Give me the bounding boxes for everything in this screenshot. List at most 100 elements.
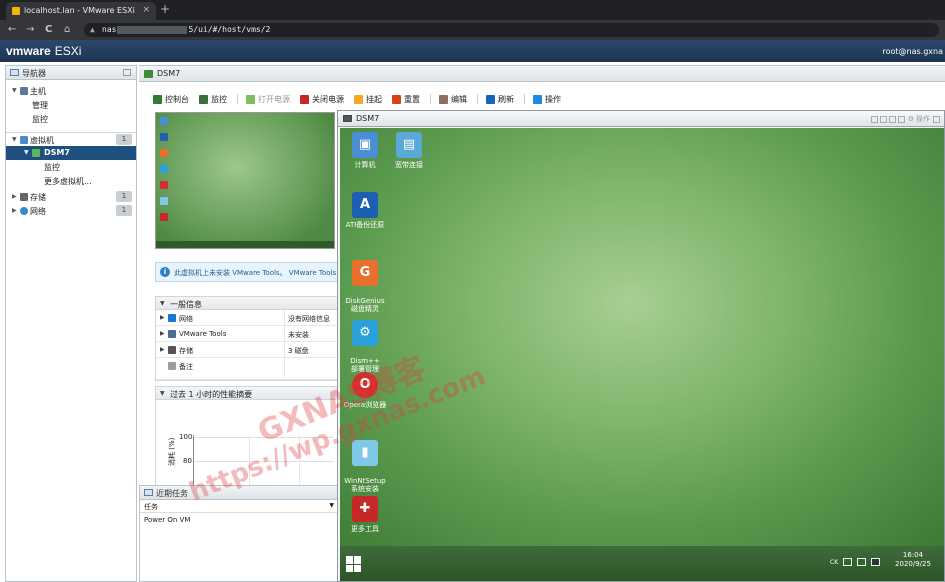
home-icon[interactable]: ⌂ — [64, 24, 70, 35]
suspend-button-label: 挂起 — [366, 94, 382, 104]
vm-icon — [144, 70, 153, 78]
nav-vm-dsm7[interactable]: ▼ DSM7 — [6, 146, 136, 160]
console-button-label: 控制台 — [165, 94, 189, 104]
nav-host[interactable]: ▼ 主机 — [6, 84, 136, 98]
row-divider — [284, 326, 285, 342]
forward-icon[interactable]: → — [26, 24, 34, 35]
table-row[interactable]: Power On VM — [140, 513, 338, 526]
storage-icon — [20, 193, 28, 201]
collapse-arrow-icon[interactable]: ▼ — [160, 300, 165, 307]
desktop-icon-computer[interactable]: ▣ 计算机 — [340, 132, 390, 169]
minimize-icon[interactable] — [870, 115, 878, 123]
thumb-icon — [160, 197, 168, 205]
thumb-icon — [160, 117, 168, 125]
nav-vm-dsm7-label: DSM7 — [44, 148, 70, 157]
vmware-tools-icon — [168, 330, 176, 338]
nav-more-vms[interactable]: 更多虚拟机... — [6, 174, 136, 188]
nav-vms-label: 虚拟机 — [30, 136, 54, 145]
close-tab-icon[interactable]: × — [142, 5, 150, 15]
nav-network[interactable]: ▶ 网络 1 — [6, 204, 136, 218]
url-suffix: 5/ui/#/host/vms/2 — [188, 25, 271, 34]
fullscreen-icon[interactable] — [897, 115, 905, 123]
expand-arrow-icon[interactable]: ▶ — [160, 330, 165, 337]
vm-detail-header: DSM7 — [139, 66, 945, 82]
monitor-icon — [343, 115, 352, 122]
nav-host-label: 主机 — [30, 87, 46, 96]
tasks-column-header[interactable]: 任务 ▼ — [140, 500, 338, 513]
info-icon: i — [160, 267, 170, 277]
network-count-badge: 1 — [116, 205, 132, 216]
refresh-button[interactable]: 刷新 — [486, 94, 514, 105]
reload-icon[interactable]: C — [45, 24, 52, 35]
browser-tabbar: localhost.lan - VMware ESXi × + — [0, 0, 945, 20]
expand-arrow-icon[interactable]: ▶ — [160, 346, 165, 353]
display-tray-icon[interactable] — [871, 558, 881, 566]
toolbar-separator — [524, 94, 525, 104]
edit-button[interactable]: 编辑 — [439, 94, 467, 105]
desktop-icon-diskgenius[interactable]: G DiskGenius 磁盘精灵 — [340, 252, 390, 313]
thumb-taskbar — [156, 241, 334, 248]
taskbar-clock[interactable]: 16:04 2020/9/25 — [888, 551, 938, 569]
nav-host-monitor[interactable]: 监控 — [6, 112, 136, 126]
guest-taskbar: CK 16:04 2020/9/25 — [340, 546, 944, 581]
network-tray-icon[interactable] — [857, 558, 867, 566]
guest-desktop[interactable]: ▣ 计算机 ▤ 宽带连接 A ATI备份还原 G DiskGenius 磁盘精灵… — [340, 128, 944, 546]
keyboard-icon[interactable] — [843, 558, 853, 566]
expand-arrow-icon[interactable]: ▶ — [12, 193, 17, 200]
expand-arrow-icon[interactable]: ▶ — [12, 207, 17, 214]
power-on-button[interactable]: 打开电源 — [246, 94, 290, 105]
vm-console-window[interactable]: DSM7 ⚙ 操作 ▣ 计算机 ▤ 宽带连接 A ATI备份还原 G DiskG… — [337, 110, 945, 582]
collapse-arrow-icon[interactable]: ▼ — [160, 390, 165, 397]
browser-tab[interactable]: localhost.lan - VMware ESXi × — [6, 2, 156, 20]
nav-host-manage[interactable]: 管理 — [6, 98, 136, 112]
input-language-indicator[interactable]: CK — [830, 559, 838, 566]
reset-button[interactable]: 重置 — [392, 94, 420, 105]
info-banner-text: 此虚拟机上未安装 VMware Tools。 VMware Tools — [174, 269, 337, 277]
restore-icon[interactable] — [879, 115, 887, 123]
new-tab-button[interactable]: + — [160, 2, 170, 16]
vmware-logo-text: vmware — [6, 44, 51, 58]
actions-button-label: 操作 — [545, 94, 561, 104]
maximize-icon[interactable] — [888, 115, 896, 123]
close-icon[interactable] — [933, 115, 940, 123]
user-menu[interactable]: root@nas.gxna — [882, 47, 943, 56]
desktop-icon-more-tools[interactable]: ✚ 更多工具 — [340, 496, 390, 533]
row-divider — [284, 358, 285, 380]
expand-arrow-icon[interactable]: ▶ — [160, 314, 165, 321]
power-off-button[interactable]: 关闭电源 — [300, 94, 344, 105]
back-icon[interactable]: ← — [8, 24, 16, 35]
navigator-icon — [10, 69, 19, 76]
nav-storage[interactable]: ▶ 存储 1 — [6, 190, 136, 204]
y-tick-label: 80 — [183, 457, 192, 465]
suspend-button[interactable]: 挂起 — [354, 94, 382, 105]
nav-vm-monitor[interactable]: 监控 — [6, 160, 136, 174]
thumb-icon — [160, 213, 168, 221]
monitor-button-label: 监控 — [211, 94, 227, 104]
address-bar[interactable]: ▲ nas 5/ui/#/host/vms/2 — [84, 23, 939, 37]
nav-vms[interactable]: ▼ 虚拟机 1 — [6, 132, 136, 146]
chevron-down-icon[interactable]: ▼ — [329, 502, 334, 509]
expand-arrow-icon[interactable]: ▼ — [24, 149, 29, 156]
expand-arrow-icon[interactable]: ▼ — [12, 87, 17, 94]
thumb-icon — [160, 165, 168, 173]
windows-start-icon[interactable] — [346, 556, 362, 572]
console-actions-menu[interactable]: 操作 — [916, 114, 930, 124]
row-value: 3 磁盘 — [288, 347, 309, 355]
dism-gear-icon: ⚙ — [352, 320, 378, 346]
monitor-button[interactable]: 监控 — [199, 94, 227, 105]
task-name: Power On VM — [144, 516, 191, 524]
desktop-icon-broadband[interactable]: ▤ 宽带连接 — [384, 132, 434, 169]
collapse-icon[interactable] — [123, 69, 131, 76]
console-titlebar[interactable]: DSM7 ⚙ 操作 — [338, 111, 944, 127]
navigator-title: 导航器 — [22, 69, 46, 78]
expand-arrow-icon[interactable]: ▼ — [12, 136, 17, 143]
recent-tasks-panel: 近期任务 任务 ▼ Power On VM — [139, 485, 339, 582]
desktop-icon-ati[interactable]: A ATI备份还原 — [340, 192, 390, 229]
actions-button[interactable]: 操作 — [533, 94, 561, 105]
row-key: 存储 — [179, 347, 193, 355]
play-icon — [246, 94, 255, 104]
vm-console-thumbnail[interactable] — [155, 112, 335, 249]
gear-icon[interactable]: ⚙ — [908, 115, 914, 123]
lock-icon: ▲ — [90, 25, 95, 34]
console-button[interactable]: 控制台 — [153, 94, 189, 105]
